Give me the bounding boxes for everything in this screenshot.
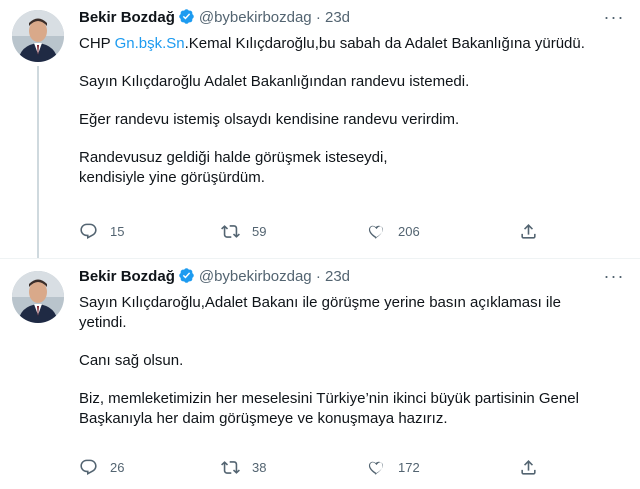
like-button[interactable]: 172 <box>367 457 420 477</box>
retweet-count: 59 <box>252 223 267 239</box>
share-icon <box>521 223 536 239</box>
paragraph-4-line-2: kendisiyle yine görüşürdüm. <box>79 169 265 186</box>
like-icon <box>368 225 383 239</box>
share-button[interactable] <box>519 457 550 477</box>
tweet-header: Bekir Bozdağ @bybekirbozdag · 23d <box>79 8 350 28</box>
like-count: 172 <box>398 459 420 475</box>
paragraph-1: Sayın Kılıçdaroğlu,Adalet Bakanı ile gör… <box>79 293 626 333</box>
paragraph-4-line-1: Randevusuz geldiği halde görüşmek istese… <box>79 149 388 166</box>
paragraph-3: Biz, memleketimizin her meselesini Türki… <box>79 389 626 429</box>
more-icon[interactable]: ··· <box>602 267 626 289</box>
more-icon[interactable]: ··· <box>602 8 626 30</box>
action-bar: 26 38 172 <box>79 457 559 477</box>
tweet-text: Sayın Kılıçdaroğlu,Adalet Bakanı ile gör… <box>79 293 626 447</box>
paragraph-2: Canı sağ olsun. <box>79 352 184 369</box>
tweet-age[interactable]: 23d <box>325 9 350 26</box>
tweet-age[interactable]: 23d <box>325 268 350 285</box>
separator-dot: · <box>315 9 321 26</box>
like-button[interactable]: 206 <box>367 221 420 241</box>
paragraph-1-line-2: yetindi. <box>79 314 127 331</box>
retweet-count: 38 <box>252 459 267 475</box>
like-count: 206 <box>398 223 420 239</box>
share-icon <box>521 459 536 475</box>
separator-dot: · <box>315 268 321 285</box>
avatar[interactable] <box>12 10 64 62</box>
reply-icon <box>80 459 97 475</box>
verified-badge-icon <box>179 268 194 283</box>
retweet-button[interactable]: 38 <box>221 457 266 477</box>
tweet-text: CHP Gn.bşk.Sn.Kemal Kılıçdaroğlu,bu saba… <box>79 34 626 206</box>
text-suffix: .Kemal Kılıçdaroğlu,bu sabah da Adalet B… <box>184 35 585 52</box>
avatar-image <box>12 10 64 62</box>
retweet-icon <box>221 460 240 474</box>
author-handle[interactable]: @bybekirbozdag <box>199 268 312 285</box>
avatar-image <box>12 271 64 323</box>
paragraph-1-line-1: Sayın Kılıçdaroğlu,Adalet Bakanı ile gör… <box>79 294 561 311</box>
thread-line <box>37 66 39 258</box>
tweet-2[interactable]: Bekir Bozdağ @bybekirbozdag · 23d ··· Say… <box>0 258 640 489</box>
author-handle[interactable]: @bybekirbozdag <box>199 9 312 26</box>
paragraph-1: CHP Gn.bşk.Sn.Kemal Kılıçdaroğlu,bu saba… <box>79 34 626 54</box>
author-name[interactable]: Bekir Bozdağ <box>79 268 175 285</box>
avatar[interactable] <box>12 271 64 323</box>
reply-count: 26 <box>110 459 125 475</box>
paragraph-2: Sayın Kılıçdaroğlu Adalet Bakanlığından … <box>79 73 470 90</box>
reply-button[interactable]: 26 <box>79 457 124 477</box>
paragraph-3-line-1: Biz, memleketimizin her meselesini Türki… <box>79 390 579 407</box>
retweet-button[interactable]: 59 <box>221 221 266 241</box>
text-prefix: CHP <box>79 35 115 52</box>
author-name[interactable]: Bekir Bozdağ <box>79 9 175 26</box>
retweet-icon <box>221 224 240 238</box>
reply-icon <box>80 223 97 239</box>
reply-button[interactable]: 15 <box>79 221 124 241</box>
reply-count: 15 <box>110 223 125 239</box>
mention-link[interactable]: Gn.bşk.Sn <box>115 35 185 52</box>
action-bar: 15 59 206 <box>79 221 559 241</box>
share-button[interactable] <box>519 221 550 241</box>
paragraph-3-line-2: Başkanıyla her daim görüşmeye ve konuşma… <box>79 410 448 427</box>
like-icon <box>368 461 383 475</box>
paragraph-3: Eğer randevu istemiş olsaydı kendisine r… <box>79 111 460 128</box>
paragraph-4: Randevusuz geldiği halde görüşmek istese… <box>79 148 626 188</box>
tweet-1[interactable]: Bekir Bozdağ @bybekirbozdag · 23d ··· CHP… <box>0 0 640 258</box>
verified-badge-icon <box>179 9 194 24</box>
tweet-header: Bekir Bozdağ @bybekirbozdag · 23d <box>79 267 350 287</box>
